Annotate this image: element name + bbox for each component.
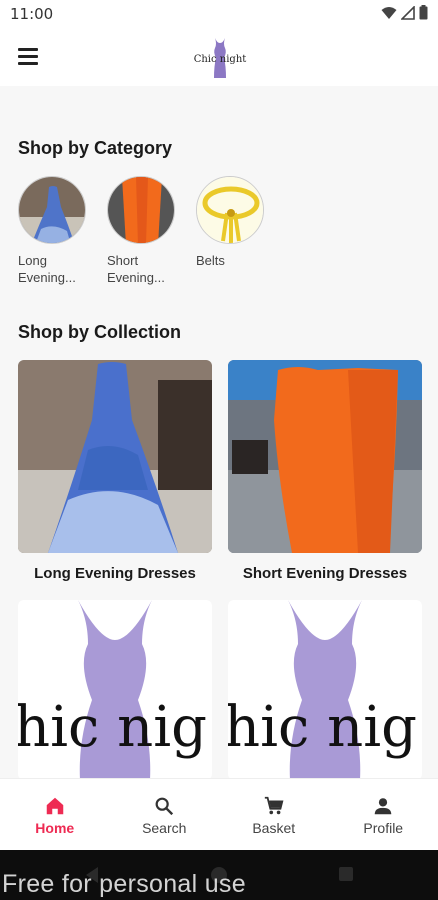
brand-watermark-text: hic nig — [18, 695, 207, 760]
status-time: 11:00 — [10, 5, 54, 23]
collection-card-brand-1[interactable]: hic nig — [18, 600, 212, 778]
category-label: Short Evening... — [107, 253, 165, 285]
collection-image — [18, 360, 212, 553]
battery-icon — [419, 5, 428, 20]
recents-icon[interactable] — [338, 866, 354, 882]
category-image — [18, 176, 86, 244]
collection-card-brand-2[interactable]: hic nig — [228, 600, 422, 778]
home-icon — [46, 797, 63, 815]
nav-basket[interactable]: Basket — [219, 779, 329, 850]
main-content[interactable]: Shop by Category Long Evening... Short E… — [0, 86, 438, 778]
nav-label: Profile — [363, 820, 404, 836]
collection-card-long-evening[interactable]: Long Evening Dresses — [18, 360, 212, 582]
signal-icon — [401, 5, 415, 20]
collection-image — [228, 360, 422, 553]
collection-label: Long Evening Dresses — [34, 565, 196, 582]
bottom-navigation: Home Search Basket Profile — [0, 778, 438, 850]
watermark-text: Free for personal use — [2, 870, 246, 898]
nav-label: Basket — [252, 820, 296, 836]
collection-card-short-evening[interactable]: Short Evening Dresses — [228, 360, 422, 582]
category-label: Belts — [196, 253, 225, 268]
category-item-long-evening[interactable]: Long Evening... — [18, 176, 90, 286]
collection-image: hic nig — [228, 600, 422, 778]
category-section-title: Shop by Category — [18, 138, 173, 158]
search-icon — [155, 797, 174, 816]
nav-home[interactable]: Home — [0, 779, 110, 850]
nav-label: Search — [142, 820, 187, 836]
collection-label: Short Evening Dresses — [242, 565, 408, 582]
nav-profile[interactable]: Profile — [329, 779, 438, 850]
person-icon — [375, 798, 392, 815]
brand-watermark-text: hic nig — [228, 695, 417, 760]
menu-icon[interactable] — [18, 48, 38, 65]
cart-icon — [264, 796, 284, 815]
wifi-icon — [381, 6, 397, 19]
logo-text: Chic night — [193, 54, 247, 65]
status-icons — [381, 5, 428, 20]
app-bar: Chic night — [0, 28, 438, 86]
category-label: Long Evening... — [18, 253, 76, 285]
category-image — [107, 176, 175, 244]
collection-image: hic nig — [18, 600, 212, 778]
collection-section-title: Shop by Collection — [18, 322, 182, 342]
status-bar: 11:00 — [0, 0, 438, 28]
category-item-short-evening[interactable]: Short Evening... — [107, 176, 179, 286]
category-item-belts[interactable]: Belts — [196, 176, 268, 269]
category-image — [196, 176, 264, 244]
nav-search[interactable]: Search — [110, 779, 220, 850]
nav-label: Home — [35, 820, 75, 836]
brand-logo: Chic night — [190, 34, 250, 78]
